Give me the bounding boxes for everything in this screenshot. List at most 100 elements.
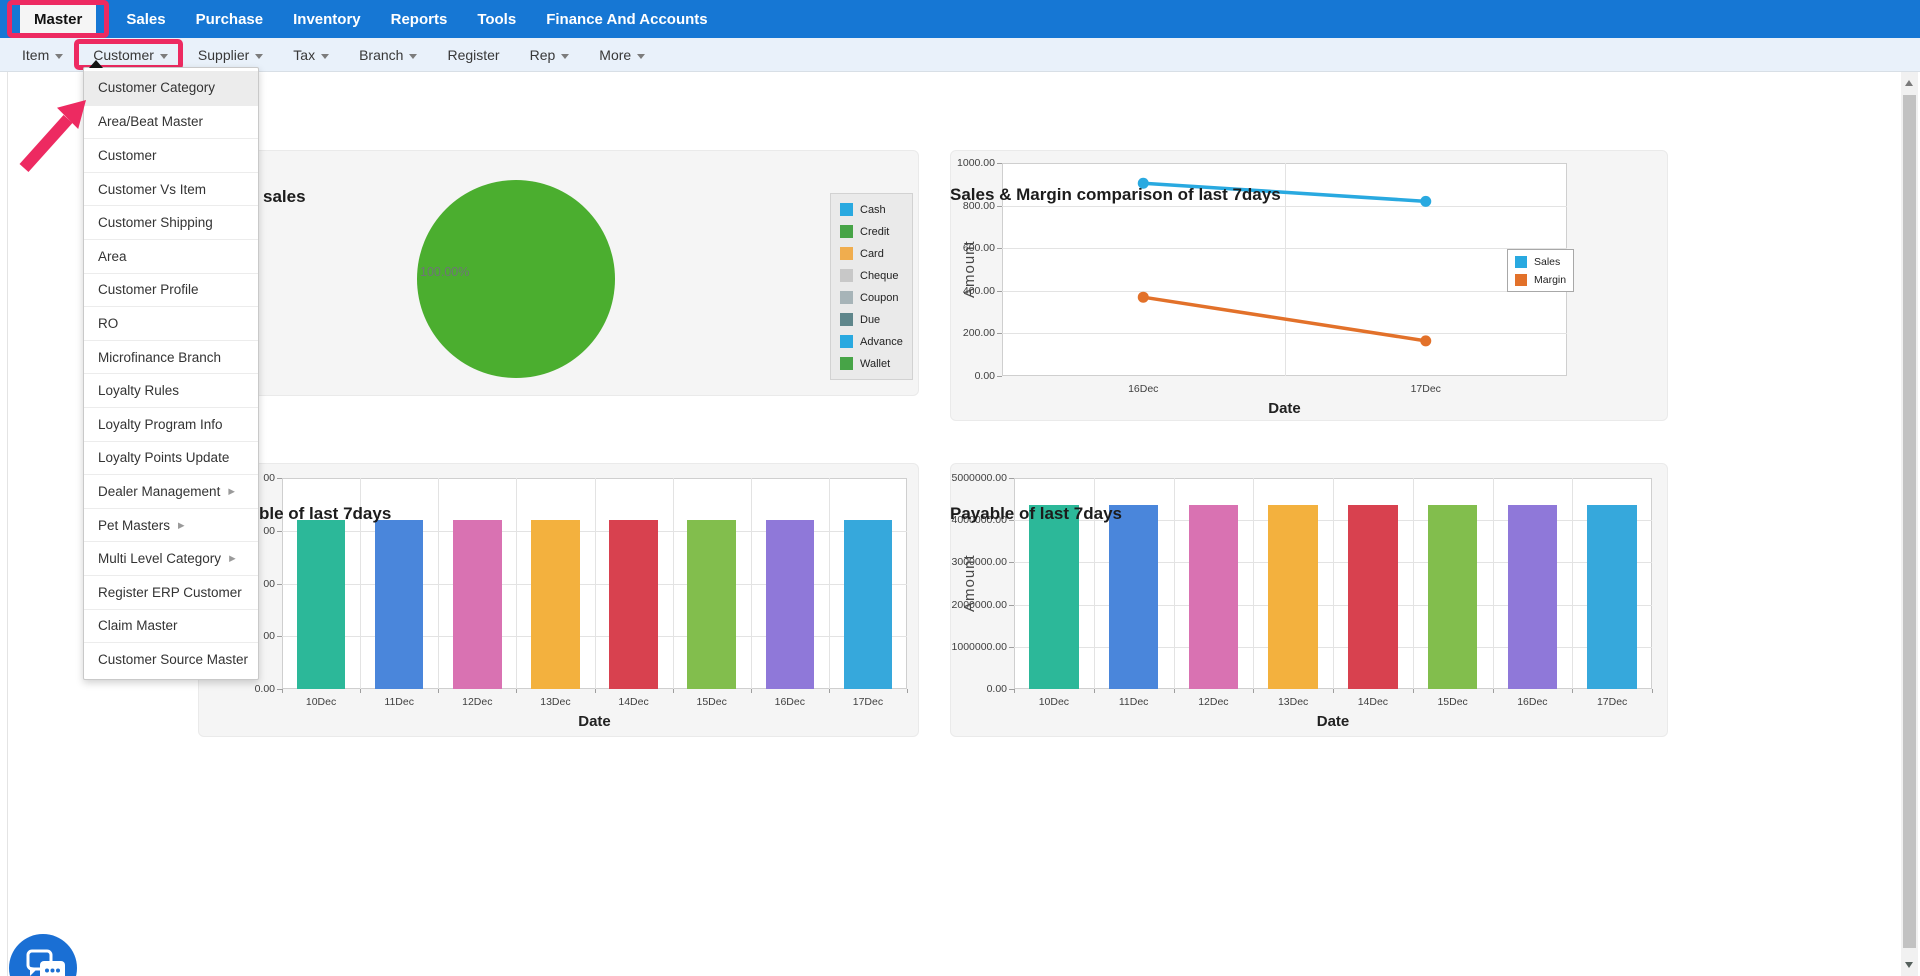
- pie-slice-credit[interactable]: [417, 180, 615, 378]
- dropdown-item-customer[interactable]: Customer: [84, 138, 258, 172]
- point-margin-17dec[interactable]: [1420, 335, 1432, 347]
- dropdown-item-microfinance-branch[interactable]: Microfinance Branch: [84, 339, 258, 374]
- bar-11dec[interactable]: [374, 520, 424, 689]
- nav-item-sales[interactable]: Sales: [126, 0, 165, 38]
- chevron-down-icon: [561, 53, 570, 59]
- scroll-up-arrow[interactable]: [1905, 80, 1913, 86]
- bar-14dec[interactable]: [1348, 505, 1398, 689]
- dropdown-item-customer-shipping[interactable]: Customer Shipping: [84, 205, 258, 239]
- bar-17dec[interactable]: [1587, 505, 1637, 689]
- chat-widget-button[interactable]: [9, 934, 77, 976]
- chevron-down-icon: [255, 53, 264, 59]
- bar-17dec[interactable]: [843, 520, 893, 689]
- module-menubar: Item Customer Supplier Tax Branch Register Rep…: [0, 38, 1920, 72]
- nav-item-inventory[interactable]: Inventory: [293, 0, 361, 38]
- legend-swatch: [1515, 273, 1527, 286]
- bar-16dec[interactable]: [1507, 505, 1558, 689]
- dropdown-item-customer-profile[interactable]: Customer Profile: [84, 272, 258, 307]
- legend-entry-sales[interactable]: Sales: [1515, 255, 1566, 268]
- bar-13dec[interactable]: [1268, 505, 1318, 689]
- menubar-item-rep[interactable]: Rep: [530, 38, 570, 72]
- x-axis-title: Date: [1316, 713, 1350, 730]
- scrollbar-thumb[interactable]: [1903, 95, 1916, 948]
- y-tick-label: 400.00: [962, 284, 995, 297]
- scroll-down-arrow[interactable]: [1905, 962, 1913, 968]
- nav-item-tools[interactable]: Tools: [477, 0, 516, 38]
- dropdown-item-pet-masters[interactable]: Pet Masters ▶: [84, 507, 258, 542]
- menubar-item-more[interactable]: More: [599, 38, 646, 72]
- line-legend: Sales Margin: [1507, 249, 1575, 292]
- dropdown-item-area[interactable]: Area: [84, 238, 258, 273]
- dropdown-item-ro[interactable]: RO: [84, 306, 258, 340]
- nav-item-master[interactable]: Master: [7, 0, 110, 38]
- dropdown-item-loyalty-program-info[interactable]: Loyalty Program Info: [84, 406, 258, 441]
- legend-entry-credit[interactable]: Credit: [840, 223, 903, 240]
- nav-item-purchase[interactable]: Purchase: [196, 0, 264, 38]
- x-tick-label: 10Dec: [305, 696, 337, 708]
- bar-12dec[interactable]: [453, 520, 502, 689]
- menubar-item-register[interactable]: Register: [447, 38, 499, 72]
- bar-15dec[interactable]: [687, 520, 736, 689]
- dropdown-item-label: Customer Source Master: [98, 651, 249, 667]
- nav-item-label: Master: [34, 10, 83, 28]
- legend-entry-wallet[interactable]: Wallet: [840, 355, 903, 372]
- bar-11dec[interactable]: [1108, 505, 1159, 689]
- dropdown-item-customer-category[interactable]: Customer Category: [84, 71, 258, 105]
- dropdown-item-register-erp-customer[interactable]: Register ERP Customer: [84, 574, 258, 609]
- dropdown-item-label: Multi Level Category: [98, 551, 222, 567]
- legend-entry-due[interactable]: Due: [840, 311, 903, 328]
- legend-label: Advance: [860, 335, 903, 348]
- legend-entry-cash[interactable]: Cash: [840, 201, 903, 218]
- bar-10dec[interactable]: [296, 520, 346, 689]
- dropdown-item-area-beat-master[interactable]: Area/Beat Master: [84, 104, 258, 139]
- legend-entry-coupon[interactable]: Coupon: [840, 289, 903, 306]
- menubar-item-tax[interactable]: Tax: [293, 38, 330, 72]
- nav-item-reports[interactable]: Reports: [391, 0, 448, 38]
- y-tick: [277, 478, 282, 479]
- bar-14dec[interactable]: [609, 520, 658, 689]
- bar-12dec[interactable]: [1188, 505, 1239, 689]
- gridline-vertical: [672, 478, 674, 689]
- bar-13dec[interactable]: [531, 520, 580, 689]
- dropdown-item-dealer-management[interactable]: Dealer Management ▶: [84, 474, 258, 508]
- dropdown-item-multi-level-category[interactable]: Multi Level Category ▶: [84, 541, 258, 575]
- legend-swatch: [840, 291, 853, 304]
- gridline-vertical: [1572, 478, 1574, 689]
- legend-swatch: [840, 247, 853, 260]
- legend-swatch: [840, 203, 853, 216]
- x-tick: [828, 689, 830, 693]
- point-sales-17dec[interactable]: [1420, 195, 1432, 207]
- legend-entry-advance[interactable]: Advance: [840, 333, 903, 350]
- menubar-item-branch[interactable]: Branch: [359, 38, 418, 72]
- dropdown-item-loyalty-points-update[interactable]: Loyalty Points Update: [84, 440, 258, 475]
- nav-item-finance-and-accounts[interactable]: Finance And Accounts: [546, 0, 707, 38]
- bar-16dec[interactable]: [765, 520, 815, 689]
- legend-entry-cheque[interactable]: Cheque: [840, 267, 903, 284]
- legend-entry-margin[interactable]: Margin: [1515, 273, 1566, 286]
- gridline-vertical: [750, 478, 752, 689]
- y-tick: [1009, 478, 1014, 479]
- y-tick: [1009, 604, 1014, 606]
- bar-10dec[interactable]: [1029, 505, 1079, 689]
- menubar-item-item[interactable]: Item: [22, 38, 64, 72]
- gridline-vertical: [828, 478, 830, 689]
- legend-entry-card[interactable]: Card: [840, 245, 903, 262]
- chevron-down-icon: [637, 53, 646, 59]
- x-tick: [1412, 689, 1414, 693]
- y-tick-label: 0.00: [254, 683, 275, 695]
- bar-15dec[interactable]: [1427, 505, 1478, 689]
- nav-item-label: Inventory: [293, 10, 361, 28]
- point-margin-16dec[interactable]: [1137, 291, 1149, 303]
- dropdown-item-customer-source-master[interactable]: Customer Source Master: [84, 642, 258, 676]
- dropdown-item-claim-master[interactable]: Claim Master: [84, 608, 258, 643]
- x-tick-label: 16Dec: [1517, 696, 1548, 708]
- dropdown-item-loyalty-rules[interactable]: Loyalty Rules: [84, 373, 258, 407]
- paymode-pie-panel: 100.00% Cash Credit Card Cheque Coupon Due Adva…: [198, 150, 919, 396]
- sales-margin-chart-title: Sales & Margin comparison of last 7days: [950, 185, 1281, 204]
- vertical-scrollbar[interactable]: [1901, 72, 1918, 976]
- dropdown-item-customer-vs-item[interactable]: Customer Vs Item: [84, 171, 258, 206]
- dropdown-item-label: Dealer Management: [98, 483, 221, 499]
- legend-label: Coupon: [860, 291, 899, 304]
- line-margin[interactable]: [1142, 295, 1427, 343]
- x-tick-label: 15Dec: [1437, 696, 1468, 708]
